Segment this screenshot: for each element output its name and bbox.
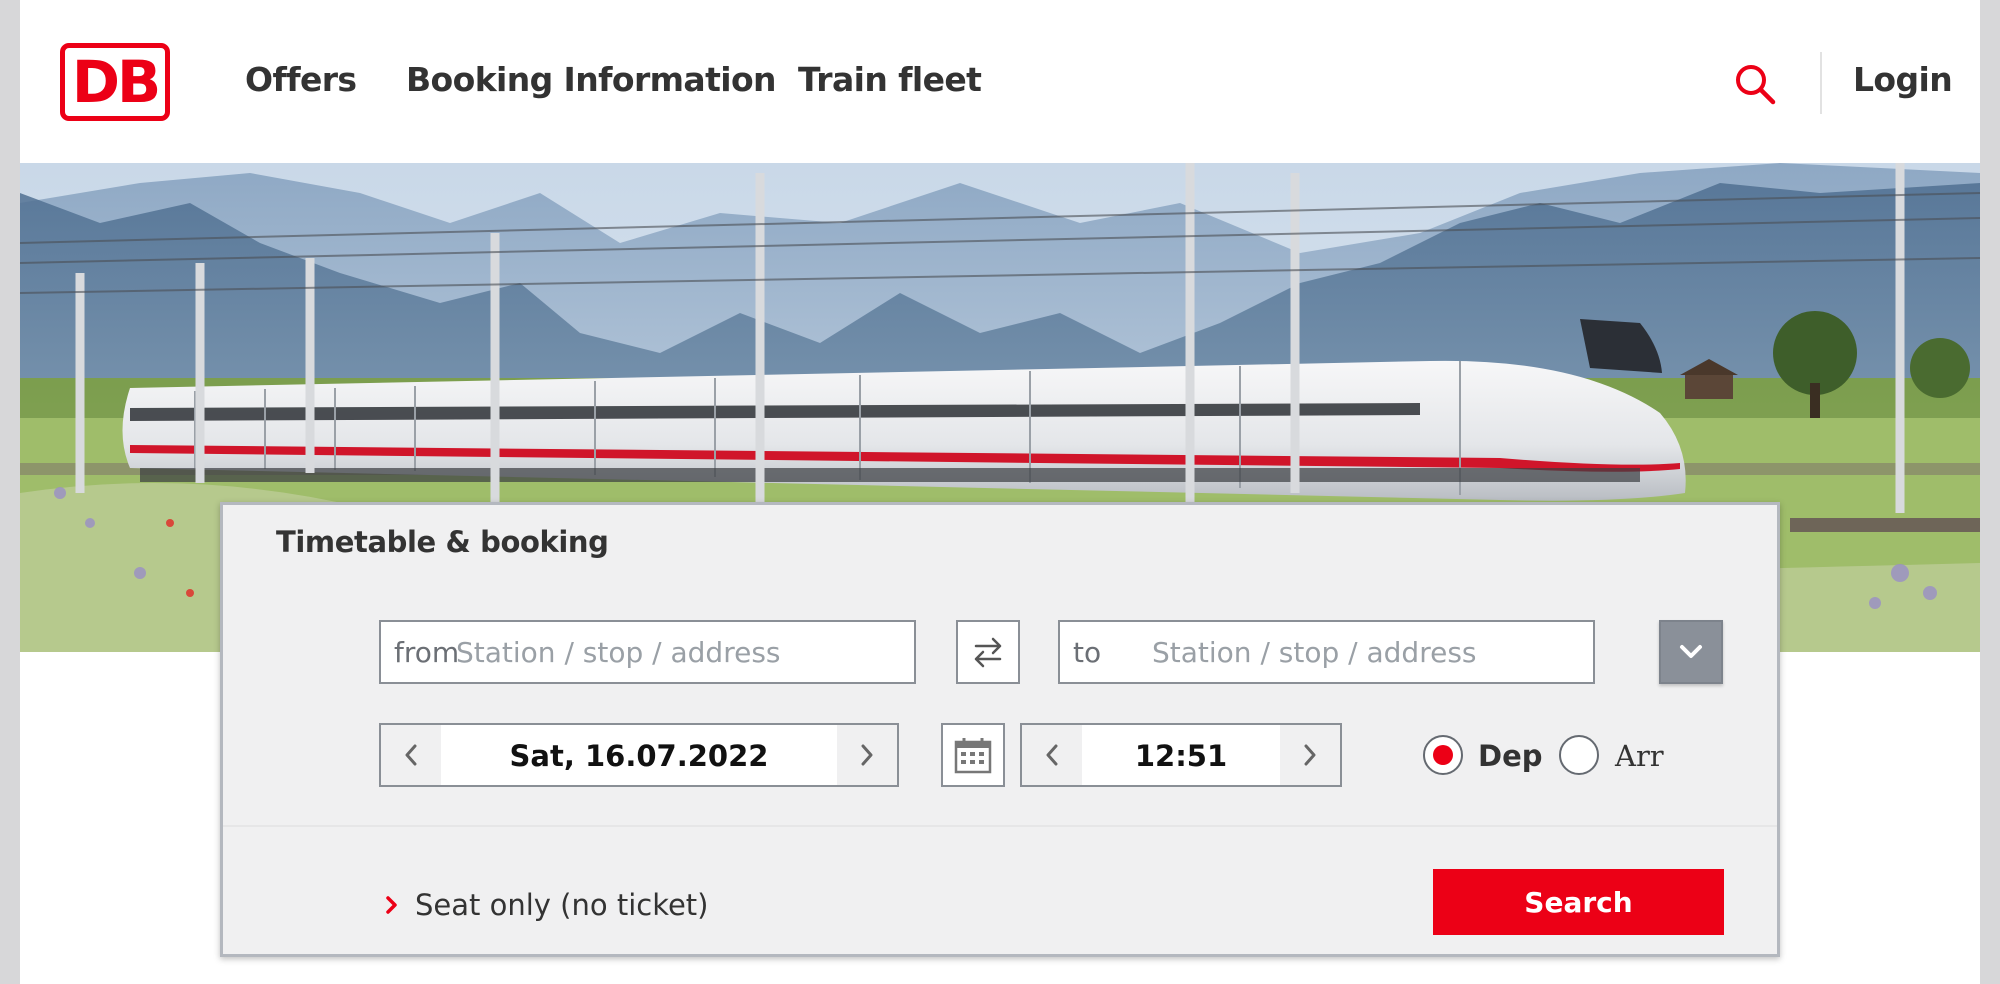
nav-offers[interactable]: Offers <box>245 60 357 99</box>
time-next-button[interactable] <box>1280 725 1340 785</box>
expand-options-button[interactable] <box>1659 620 1723 684</box>
date-prev-button[interactable] <box>381 725 441 785</box>
date-next-button[interactable] <box>837 725 897 785</box>
db-logo[interactable]: DB <box>60 43 170 121</box>
chevron-left-icon <box>405 744 417 766</box>
chevron-right-icon <box>861 744 873 766</box>
from-station-input[interactable]: from Station / stop / address <box>379 620 916 684</box>
header: DB Offers Booking Information Train flee… <box>20 0 1980 163</box>
swap-stations-button[interactable] <box>956 620 1020 684</box>
header-divider <box>1820 52 1822 114</box>
seat-only-link[interactable]: Seat only (no ticket) <box>381 885 708 925</box>
arrival-label[interactable]: Arr <box>1615 739 1664 773</box>
to-placeholder: Station / stop / address <box>1152 636 1477 669</box>
search-button[interactable]: Search <box>1433 869 1724 935</box>
logo-text: DB <box>71 48 161 116</box>
from-placeholder: Station / stop / address <box>456 636 781 669</box>
nav-train-fleet[interactable]: Train fleet <box>798 60 982 99</box>
search-icon[interactable] <box>1733 62 1777 106</box>
page: DB Offers Booking Information Train flee… <box>20 0 1980 984</box>
departure-radio[interactable] <box>1423 735 1463 775</box>
login-link[interactable]: Login <box>1853 60 1953 99</box>
to-prefix: to <box>1073 636 1102 669</box>
time-prev-button[interactable] <box>1022 725 1082 785</box>
swap-icon <box>974 637 1002 668</box>
time-value[interactable]: 12:51 <box>1082 739 1280 773</box>
date-value[interactable]: Sat, 16.07.2022 <box>441 739 837 773</box>
arrival-radio[interactable] <box>1559 735 1599 775</box>
chevron-right-icon <box>1304 744 1316 766</box>
from-prefix: from <box>394 636 460 669</box>
time-stepper: 12:51 <box>1020 723 1342 787</box>
to-station-input[interactable]: to Station / stop / address <box>1058 620 1595 684</box>
chevron-down-icon <box>1680 645 1702 658</box>
calendar-icon <box>954 738 992 774</box>
booking-title: Timetable & booking <box>276 525 609 559</box>
calendar-button[interactable] <box>941 723 1005 787</box>
seat-only-label: Seat only (no ticket) <box>415 888 709 922</box>
panel-divider <box>223 825 1777 827</box>
booking-panel: Timetable & booking from Station / stop … <box>220 502 1780 957</box>
date-stepper: Sat, 16.07.2022 <box>379 723 899 787</box>
chevron-right-red-icon <box>386 896 397 914</box>
nav-booking-information[interactable]: Booking Information <box>406 60 777 99</box>
chevron-left-icon <box>1046 744 1058 766</box>
departure-label[interactable]: Dep <box>1478 739 1543 773</box>
